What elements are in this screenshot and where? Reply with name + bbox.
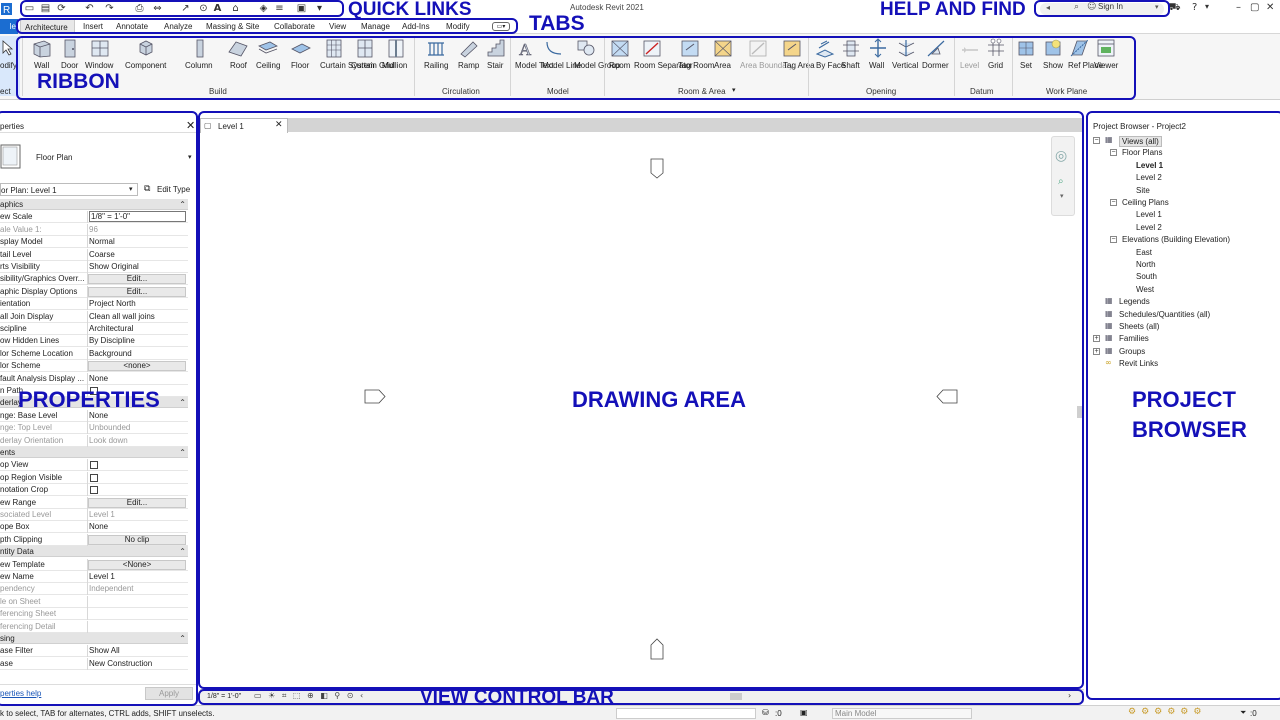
cursor-arrow-icon bbox=[2, 40, 14, 56]
drawing-area-annotation: DRAWING AREA bbox=[572, 387, 746, 412]
editable-only-icon[interactable]: ▣ bbox=[800, 708, 808, 717]
close-icon[interactable]: ✕ bbox=[1266, 2, 1274, 13]
quick-links-box bbox=[20, 0, 344, 17]
chevron-down-icon[interactable]: ▾ bbox=[1205, 2, 1209, 11]
help-find-box bbox=[1034, 0, 1170, 17]
maximize-icon[interactable]: ▢ bbox=[1250, 2, 1259, 13]
ribbon-box bbox=[16, 36, 1136, 100]
selection-toggle-icons[interactable]: ⚙⚙⚙⚙⚙⚙ bbox=[1128, 707, 1238, 719]
status-hint: k to select, TAB for alternates, CTRL ad… bbox=[0, 709, 215, 718]
ribbon-annotation: RIBBON bbox=[37, 70, 120, 93]
project-browser-annotation-line2: BROWSER bbox=[1132, 417, 1247, 442]
view-control-bar-box bbox=[198, 689, 1084, 705]
modify-label: odify bbox=[0, 61, 17, 70]
filter-count: :0 bbox=[1250, 709, 1257, 718]
workset-count: :0 bbox=[775, 709, 782, 718]
help-find-annotation: HELP AND FIND bbox=[880, 0, 1026, 20]
properties-annotation: PROPERTIES bbox=[18, 387, 160, 412]
workset-icon: ⛁ bbox=[762, 708, 769, 717]
app-title: Autodesk Revit 2021 bbox=[570, 3, 644, 12]
tabs-box bbox=[16, 18, 518, 34]
app-logo[interactable]: R bbox=[0, 1, 14, 17]
tabs-annotation: TABS bbox=[529, 12, 585, 35]
svg-text:R: R bbox=[3, 5, 10, 16]
workset-dropdown[interactable] bbox=[616, 708, 756, 719]
filter-icon[interactable]: ⏷ bbox=[1240, 708, 1246, 718]
project-browser-annotation-line1: PROJECT bbox=[1132, 387, 1236, 412]
minimize-icon[interactable]: – bbox=[1236, 2, 1241, 13]
design-option-value: Main Model bbox=[835, 709, 877, 718]
select-label: ect bbox=[0, 87, 11, 96]
help-icon[interactable]: ? bbox=[1192, 2, 1197, 13]
view-control-bar-annotation: VIEW CONTROL BAR bbox=[420, 687, 614, 708]
